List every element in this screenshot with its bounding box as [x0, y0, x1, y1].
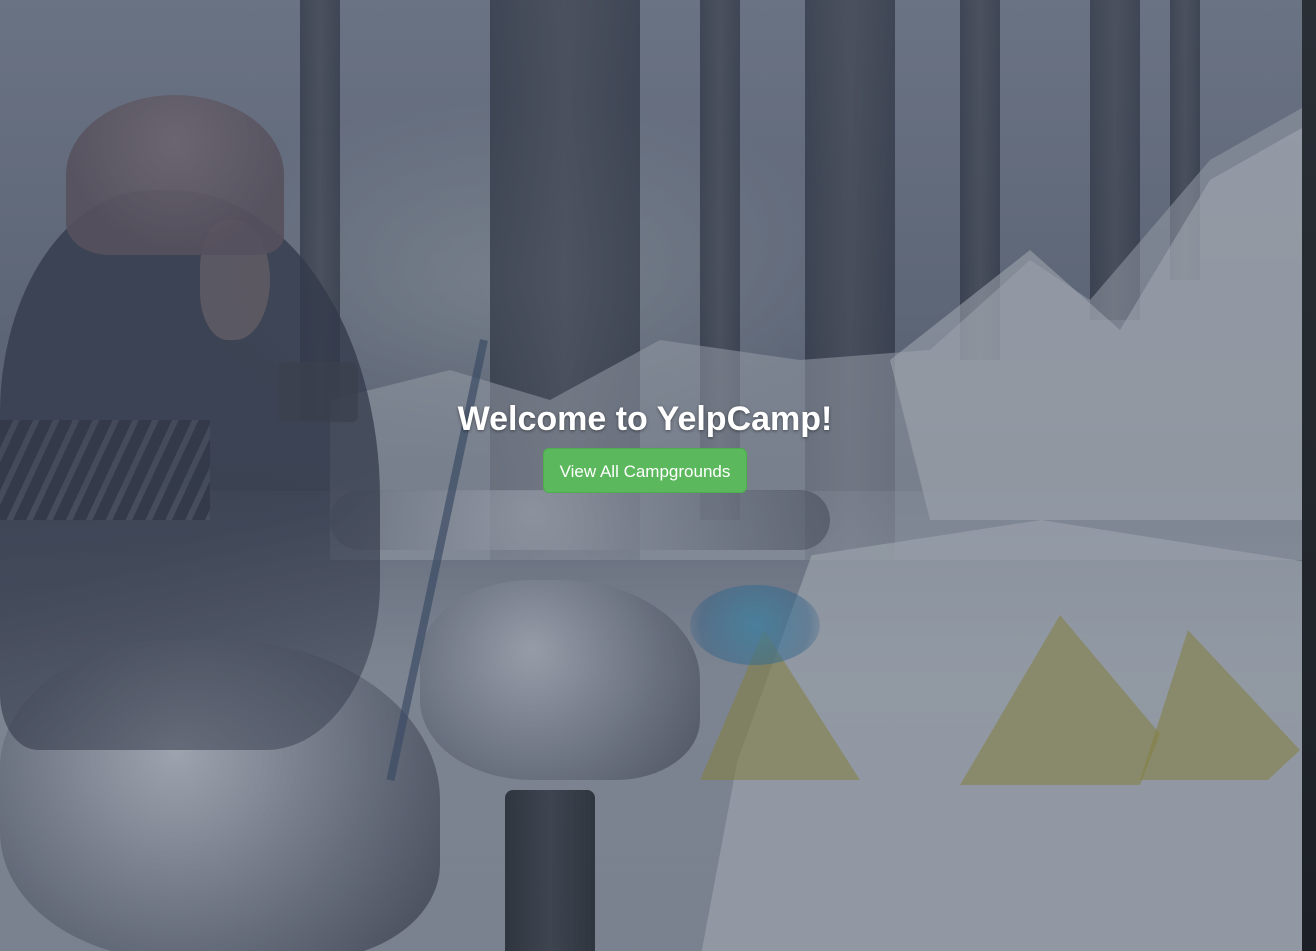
view-all-campgrounds-button[interactable]: View All Campgrounds	[542, 448, 748, 493]
landing-header: Welcome to YelpCamp! View All Campground…	[0, 397, 1290, 493]
page-title: Welcome to YelpCamp!	[457, 400, 833, 438]
landing-page: Welcome to YelpCamp! View All Campground…	[0, 0, 1316, 951]
window-edge	[1302, 0, 1316, 951]
